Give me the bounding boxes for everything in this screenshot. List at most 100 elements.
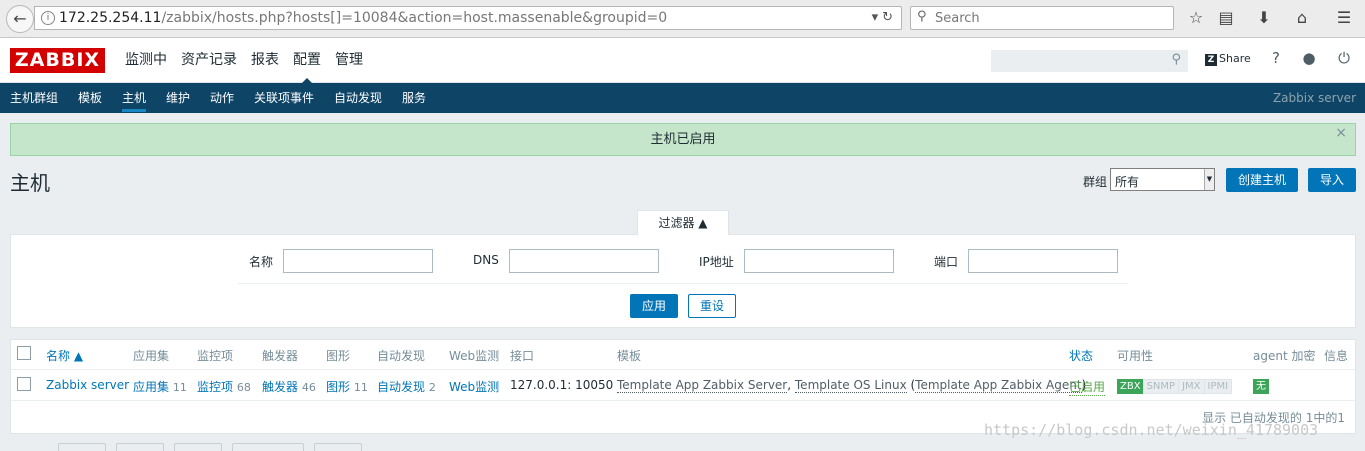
col-discovery: 自动发现	[377, 349, 426, 363]
col-status[interactable]: 状态	[1069, 347, 1093, 364]
submenu-maintenance[interactable]: 维护	[166, 83, 190, 113]
bookmark-star-icon[interactable]: ☆	[1186, 8, 1206, 28]
snmp-badge: SNMP	[1142, 379, 1180, 394]
template-link[interactable]: Template OS Linux	[794, 378, 907, 393]
col-availability: 可用性	[1117, 349, 1154, 363]
graphs-cell: 图形 11	[326, 378, 368, 395]
search-icon[interactable]: ⚲	[1171, 52, 1181, 67]
col-items: 监控项	[197, 349, 234, 363]
filter-ip-input[interactable]	[744, 249, 894, 273]
items-cell: 监控项 68	[197, 378, 251, 395]
filter-name-input[interactable]	[283, 249, 433, 273]
template-link[interactable]: Template App Zabbix Agent	[915, 378, 1082, 393]
menu-administration[interactable]: 管理	[328, 38, 370, 83]
filter-port-label: 端口	[934, 255, 959, 269]
col-applications: 应用集	[133, 349, 170, 363]
row-divider	[11, 400, 1355, 401]
zabbix-header: ZABBIX 监测中 资产记录 报表 配置 管理 ⚲ Z Share ? ● ⏻	[0, 38, 1365, 84]
submenu-discovery[interactable]: 自动发现	[334, 83, 382, 113]
hamburger-menu-icon[interactable]: ☰	[1334, 8, 1354, 28]
jmx-badge: JMX	[1178, 379, 1205, 394]
url-text: 172.25.254.11/zabbix/hosts.php?hosts[]=1…	[59, 10, 668, 26]
reload-icon[interactable]: ▾↻	[872, 10, 897, 25]
mass-action-button[interactable]	[174, 443, 222, 451]
host-name-link[interactable]: Zabbix server	[46, 378, 129, 392]
submenu-correlation[interactable]: 关联项事件	[254, 83, 314, 113]
submenu-hosts[interactable]: 主机	[122, 83, 147, 113]
watermark: https://blog.csdn.net/weixin_41789003	[984, 421, 1319, 439]
zabbix-share-icon: Z	[1205, 54, 1217, 66]
back-arrow-icon[interactable]: ←	[6, 5, 34, 33]
mass-action-button[interactable]	[232, 443, 304, 451]
download-icon[interactable]: ⬇	[1254, 8, 1274, 28]
group-select-value: 所有	[1115, 175, 1140, 189]
applications-cell: 应用集 11	[133, 378, 187, 395]
chevron-down-icon: ▼	[1204, 169, 1214, 190]
user-profile-icon[interactable]: ●	[1299, 49, 1319, 67]
create-host-button[interactable]: 创建主机	[1226, 168, 1298, 192]
message-text: 主机已启用	[650, 132, 716, 147]
close-icon[interactable]: ×	[1335, 118, 1347, 149]
global-search-input[interactable]: ⚲	[991, 50, 1188, 72]
apply-button[interactable]: 应用	[630, 294, 678, 318]
triggers-count: 46	[301, 381, 316, 394]
sign-out-icon[interactable]: ⏻	[1334, 49, 1354, 67]
availability-badges: ZBX SNMP JMX IPMI	[1117, 378, 1233, 394]
web-link[interactable]: Web监测	[449, 378, 499, 395]
submenu-services[interactable]: 服务	[402, 83, 426, 113]
success-message: 主机已启用 ×	[10, 123, 1356, 156]
zabbix-logo[interactable]: ZABBIX	[10, 48, 105, 73]
triggers-link[interactable]: 触发器	[262, 380, 298, 394]
col-web: Web监测	[449, 349, 500, 363]
discovery-link[interactable]: 自动发现	[377, 380, 425, 394]
home-icon[interactable]: ⌂	[1292, 8, 1312, 28]
filter-dns-label: DNS	[473, 253, 499, 267]
encryption-badge: 无	[1253, 379, 1269, 394]
col-templates: 模板	[617, 349, 642, 363]
menu-configuration[interactable]: 配置	[286, 38, 328, 84]
items-link[interactable]: 监控项	[197, 380, 233, 394]
filter-dns-input[interactable]	[509, 249, 659, 273]
share-link[interactable]: Z Share	[1205, 52, 1251, 66]
template-link[interactable]: Template App Zabbix Server	[617, 378, 788, 393]
sub-menu: 主机群组 模板 主机 维护 动作 关联项事件 自动发现 服务 Zabbix se…	[0, 83, 1365, 113]
discovery-count: 2	[428, 381, 436, 394]
items-count: 68	[236, 381, 251, 394]
filter-port-input[interactable]	[968, 249, 1118, 273]
triggers-cell: 触发器 46	[262, 378, 316, 395]
select-all-checkbox[interactable]	[17, 346, 31, 360]
status-toggle[interactable]: 已启用	[1069, 378, 1106, 396]
info-icon[interactable]: i	[41, 11, 55, 25]
filter-tab[interactable]: 过滤器 ▲	[637, 210, 729, 235]
applications-link[interactable]: 应用集	[133, 380, 169, 394]
menu-monitoring[interactable]: 监测中	[118, 38, 174, 83]
col-interface: 接口	[510, 349, 535, 363]
reading-list-icon[interactable]: ▤	[1216, 8, 1236, 28]
filter-divider	[238, 283, 1128, 284]
mass-action-button[interactable]	[116, 443, 164, 451]
import-button[interactable]: 导入	[1308, 168, 1356, 192]
mass-action-button[interactable]	[314, 443, 362, 451]
menu-inventory[interactable]: 资产记录	[174, 38, 244, 83]
submenu-host-groups[interactable]: 主机群组	[10, 83, 58, 113]
col-triggers: 触发器	[262, 349, 299, 363]
graphs-link[interactable]: 图形	[326, 380, 350, 394]
mass-action-button[interactable]	[58, 443, 106, 451]
header-divider	[11, 369, 1355, 370]
group-select[interactable]: 所有 ▼	[1110, 168, 1215, 191]
col-name[interactable]: 名称 ▲	[46, 347, 83, 364]
help-icon[interactable]: ?	[1266, 49, 1286, 67]
menu-reports[interactable]: 报表	[244, 38, 286, 83]
submenu-templates[interactable]: 模板	[78, 83, 102, 113]
search-icon: ⚲	[917, 9, 927, 24]
submenu-actions[interactable]: 动作	[210, 83, 234, 113]
page-title: 主机	[10, 171, 50, 195]
browser-search-input[interactable]: ⚲ Search	[910, 6, 1174, 30]
col-encryption: agent 加密	[1253, 349, 1316, 363]
server-name: Zabbix server	[1272, 91, 1356, 105]
reset-button[interactable]: 重设	[688, 294, 736, 318]
row-checkbox[interactable]	[17, 377, 31, 391]
templates-cell: Template App Zabbix Server, Template OS …	[617, 378, 1087, 393]
zbx-badge: ZBX	[1117, 379, 1144, 394]
url-bar[interactable]: i 172.25.254.11/zabbix/hosts.php?hosts[]…	[34, 6, 902, 30]
